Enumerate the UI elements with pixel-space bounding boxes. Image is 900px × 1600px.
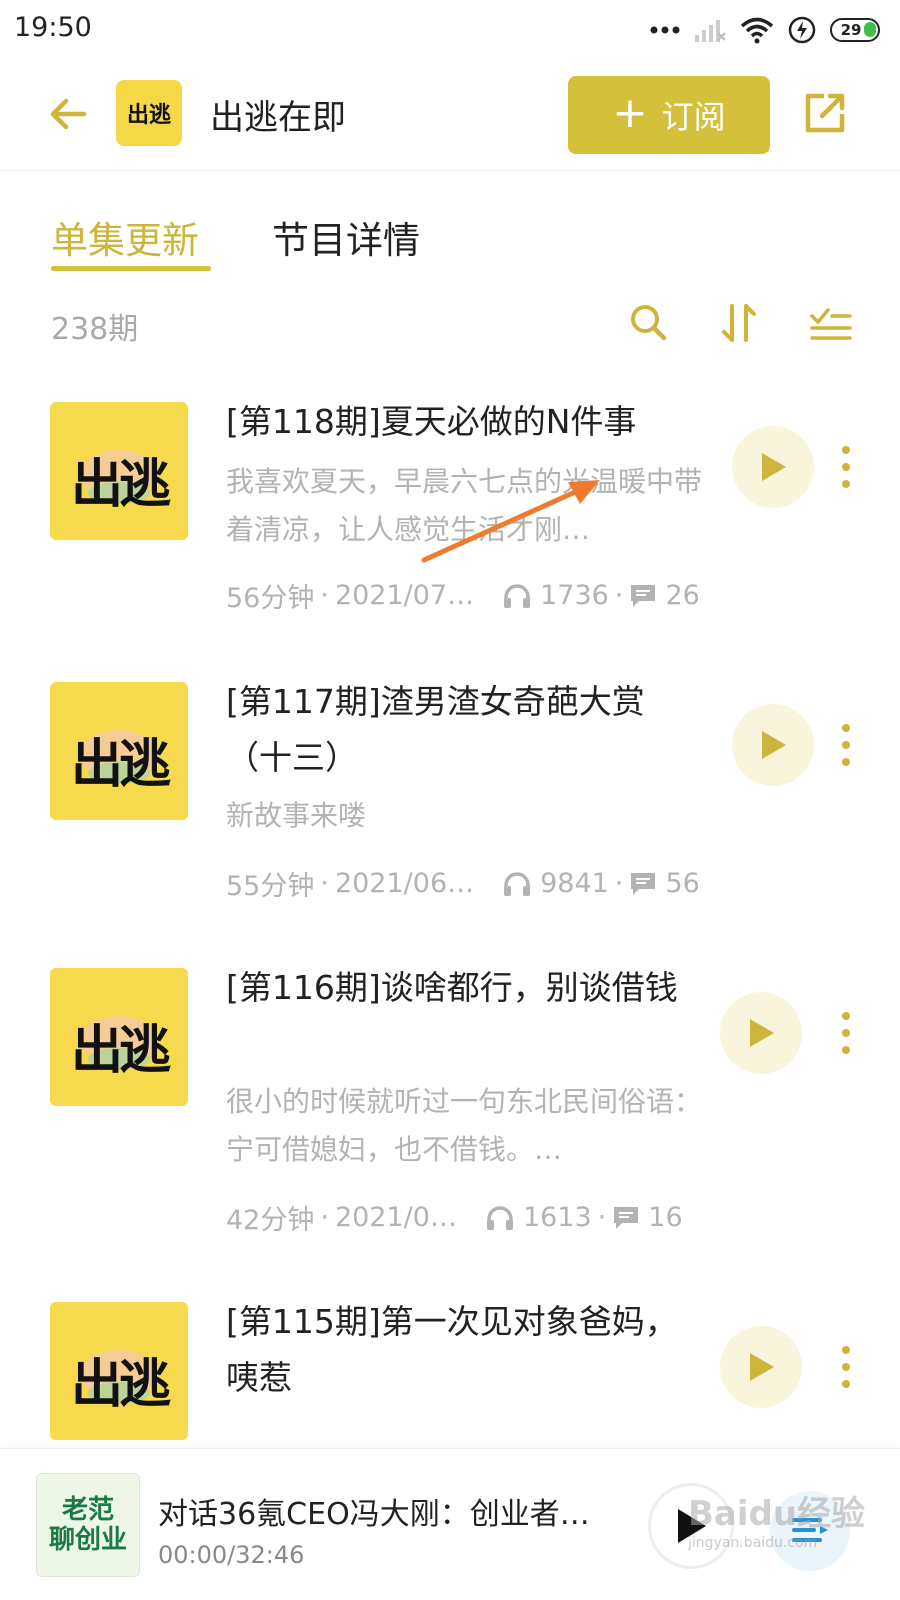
page-title: 出逃在即 — [210, 98, 346, 138]
episode-duration: 42分钟 — [226, 1205, 315, 1236]
comment-icon — [631, 872, 656, 895]
tab-episodes[interactable]: 单集更新 — [51, 210, 199, 264]
comment-icon — [614, 1206, 639, 1229]
charging-icon — [788, 16, 816, 44]
episode-date: 2021/07… — [334, 580, 475, 611]
show-logo[interactable]: 出逃 — [116, 80, 182, 146]
episode-item[interactable]: 出逃 [第117期]渣男渣女奇葩大赏（十三） 新故事来喽 55分钟 · 2021… — [0, 680, 900, 920]
play-button[interactable] — [720, 992, 802, 1074]
player-cover-line1: 老范 — [61, 1495, 114, 1525]
play-icon — [762, 731, 786, 759]
episode-duration: 56分钟 — [226, 583, 315, 614]
cover-brand-text: 出逃 — [70, 734, 171, 795]
episode-cover: 出逃 — [50, 1302, 188, 1440]
episode-cover: 出逃 — [50, 682, 188, 820]
episode-toolbar: 238期 — [0, 290, 900, 360]
app-screen: 19:50 29 出逃 出逃在即 + 订阅 单集更新 节目详情 238期 出逃 … — [0, 0, 900, 1600]
playlist-icon — [792, 1518, 828, 1542]
play-icon — [678, 1509, 706, 1543]
episode-comments: 56 — [665, 868, 700, 899]
play-icon — [750, 1019, 774, 1047]
episode-description: 我喜欢夏天，早晨六七点的光温暖中带着清凉，让人感觉生活才刚… — [226, 465, 703, 546]
meta-separator: · — [320, 868, 329, 899]
show-logo-text: 出逃 — [126, 102, 171, 128]
battery-indicator: 29 — [830, 18, 880, 42]
episode-title: [第115期]第一次见对象爸妈，咦惹 — [226, 1302, 678, 1397]
episode-item[interactable]: 出逃 [第115期]第一次见对象爸妈，咦惹 — [0, 1300, 900, 1448]
tab-active-indicator — [51, 266, 211, 271]
meta-separator: · — [320, 1202, 329, 1233]
meta-separator: · — [614, 580, 624, 611]
wifi-icon — [740, 17, 774, 44]
play-icon — [762, 453, 786, 481]
episode-title: [第117期]渣男渣女奇葩大赏（十三） — [226, 682, 645, 777]
player-time: 00:00/32:46 — [158, 1541, 305, 1569]
episode-comments: 26 — [665, 580, 700, 611]
episode-cover: 出逃 — [50, 402, 188, 540]
episode-duration: 55分钟 — [226, 871, 315, 902]
play-button[interactable] — [732, 704, 814, 786]
episode-plays: 9841 — [540, 868, 609, 899]
episode-plays: 1613 — [522, 1202, 592, 1233]
player-title: 对话36氪CEO冯大刚：创业者… — [158, 1497, 590, 1532]
player-play-button[interactable] — [648, 1483, 734, 1569]
status-bar: 19:50 29 — [0, 0, 900, 64]
episode-comments: 16 — [648, 1202, 683, 1233]
episode-title: [第116期]谈啥都行，别谈借钱 — [226, 968, 678, 1007]
episode-date: 2021/06… — [334, 868, 475, 899]
plus-icon: + — [612, 88, 648, 137]
more-options-icon[interactable] — [836, 720, 856, 770]
cover-brand-text: 出逃 — [70, 1020, 171, 1081]
meta-separator: · — [597, 1202, 607, 1233]
meta-separator: · — [614, 868, 624, 899]
subscribe-label: 订阅 — [661, 98, 726, 136]
episode-cover: 出逃 — [50, 968, 188, 1106]
episode-count: 238期 — [51, 312, 139, 347]
headphones-icon — [504, 583, 531, 608]
play-icon — [750, 1353, 774, 1381]
mini-player[interactable]: 老范 聊创业 对话36氪CEO冯大刚：创业者… 00:00/32:46 — [0, 1448, 900, 1600]
header-bar: 出逃 出逃在即 + 订阅 — [0, 64, 900, 171]
status-icons: 29 — [650, 12, 880, 48]
cover-brand-text: 出逃 — [70, 1354, 171, 1415]
episode-date: 2021/0… — [334, 1202, 457, 1233]
status-time: 19:50 — [14, 12, 92, 43]
signal-icon — [695, 20, 726, 42]
multi-select-icon[interactable] — [808, 300, 854, 346]
episode-description: 新故事来喽 — [226, 799, 367, 832]
player-cover: 老范 聊创业 — [36, 1473, 140, 1577]
episode-meta: 56分钟 · 2021/07… 1736 · 26 — [226, 576, 706, 615]
battery-fill — [864, 22, 876, 37]
episode-meta: 55分钟 · 2021/06… 9841 · 56 — [226, 864, 706, 903]
share-icon[interactable] — [800, 88, 850, 138]
episode-item[interactable]: 出逃 [第118期]夏天必做的N件事 我喜欢夏天，早晨六七点的光温暖中带着清凉，… — [0, 400, 900, 640]
more-options-icon[interactable] — [836, 442, 856, 492]
play-button[interactable] — [720, 1326, 802, 1408]
meta-separator: · — [320, 580, 329, 611]
search-icon[interactable] — [626, 300, 672, 346]
battery-level: 29 — [840, 21, 862, 39]
comment-icon — [631, 584, 656, 607]
cover-brand-text: 出逃 — [70, 454, 171, 515]
sort-icon[interactable] — [716, 300, 762, 346]
more-dots-icon — [650, 26, 680, 34]
episode-description: 很小的时候就听过一句东北民间俗语：宁可借媳妇，也不借钱。… — [226, 1085, 703, 1166]
playlist-button[interactable] — [770, 1491, 850, 1571]
more-options-icon[interactable] — [836, 1008, 856, 1058]
episode-title: [第118期]夏天必做的N件事 — [226, 402, 637, 441]
episode-item[interactable]: 出逃 [第116期]谈啥都行，别谈借钱 很小的时候就听过一句东北民间俗语：宁可借… — [0, 966, 900, 1236]
episode-plays: 1736 — [540, 580, 609, 611]
subscribe-button[interactable]: + 订阅 — [568, 76, 770, 154]
play-button[interactable] — [732, 426, 814, 508]
headphones-icon — [504, 871, 531, 896]
more-options-icon[interactable] — [836, 1342, 856, 1392]
tab-details[interactable]: 节目详情 — [272, 210, 420, 264]
episode-meta: 42分钟 · 2021/0… 1613 · 16 — [226, 1198, 706, 1237]
headphones-icon — [486, 1205, 513, 1230]
tab-bar: 单集更新 节目详情 — [0, 200, 900, 280]
back-arrow-icon[interactable] — [44, 89, 94, 139]
player-cover-line2: 聊创业 — [48, 1525, 127, 1555]
